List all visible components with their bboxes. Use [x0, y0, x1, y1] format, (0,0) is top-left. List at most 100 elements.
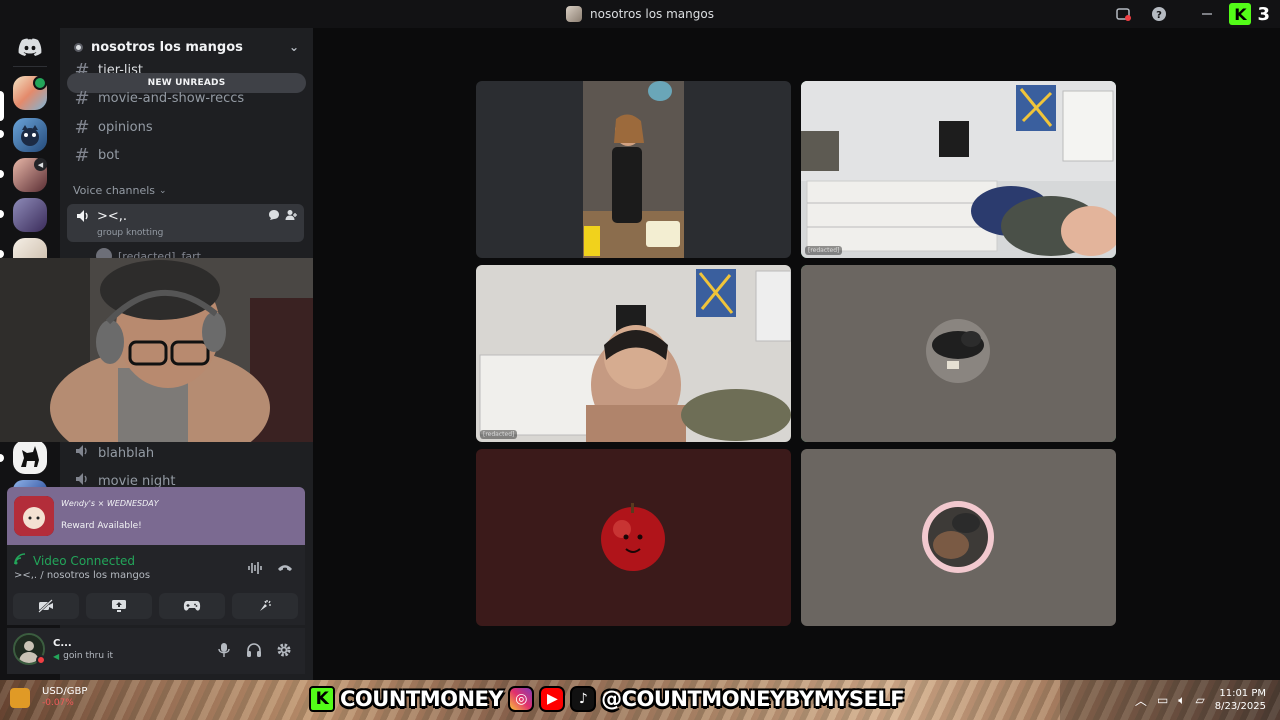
disconnect-icon[interactable]: [277, 561, 293, 579]
microphone-icon[interactable]: [217, 642, 231, 662]
speaker-icon: [75, 208, 91, 228]
voice-channel-blahblah[interactable]: blahblah: [74, 441, 154, 465]
kick-logo-icon: K: [309, 686, 335, 712]
server-divider: [13, 66, 47, 67]
ticker-change: -0.07%: [42, 698, 74, 708]
username[interactable]: C...: [53, 638, 72, 649]
channel-label: movie-and-show-reccs: [98, 90, 245, 106]
speaker-icon: [74, 443, 90, 463]
soundboard-icon: [260, 600, 271, 611]
channel-bot[interactable]: # bot: [74, 143, 119, 167]
video-call-stage: [redacted] [redacted]: [313, 28, 1280, 680]
settings-gear-icon[interactable]: [276, 642, 292, 662]
reward-promo-card[interactable]: Wendy's × WEDNESDAY Reward Available!: [7, 487, 305, 545]
voice-channels-header[interactable]: Voice channels ⌄: [73, 184, 167, 197]
system-clock[interactable]: 11:01 PM 8/23/2025: [1215, 687, 1266, 713]
stock-ticker-widget[interactable]: USD/GBP -0.07%: [42, 686, 87, 708]
unread-pill: [0, 170, 4, 178]
inbox-icon[interactable]: [1114, 5, 1132, 23]
gamepad-icon: [183, 601, 201, 611]
clock-date: 8/23/2025: [1214, 701, 1266, 712]
unread-pill: [0, 250, 4, 258]
video-tile[interactable]: [801, 449, 1116, 626]
battery-icon[interactable]: ▱: [1195, 693, 1204, 707]
signal-icon: [14, 553, 27, 568]
voice-waveform-icon[interactable]: [247, 561, 263, 579]
unread-pill: [0, 130, 4, 138]
channel-movie-and-show-reccs[interactable]: # movie-and-show-reccs: [74, 86, 244, 110]
server-selected-pill: [0, 91, 4, 121]
speaker-status-icon: ◀: [53, 651, 60, 661]
promo-reward: Reward Available!: [61, 521, 142, 531]
video-tile-label: [redacted]: [805, 246, 843, 255]
promo-brand-text: COUNTMONEY: [340, 687, 504, 711]
chevron-down-icon: ⌄: [159, 185, 167, 196]
connection-location[interactable]: ><,. / nosotros los mangos: [14, 570, 150, 581]
video-tile-speaking[interactable]: [801, 265, 1116, 442]
window-title-text: nosotros los mangos: [590, 7, 714, 21]
user-status-text: goin thru it: [63, 651, 113, 661]
tray-expand-icon[interactable]: ︿: [1135, 692, 1147, 709]
tiktok-icon: ♪: [570, 686, 597, 712]
chevron-down-icon[interactable]: ⌄: [289, 40, 299, 54]
channel-opinions[interactable]: # opinions: [74, 115, 152, 139]
activity-button[interactable]: [159, 593, 225, 619]
video-tile-label: [redacted]: [480, 430, 518, 439]
voice-channel-active[interactable]: ><,. group knotting: [67, 204, 304, 242]
svg-text:?: ?: [1156, 10, 1162, 21]
video-tile-speaking[interactable]: [redacted]: [801, 81, 1116, 258]
server-icon-4[interactable]: [13, 198, 47, 232]
camera-off-button[interactable]: [13, 593, 79, 619]
currency-icon: [10, 688, 30, 708]
guild-status-icon: [74, 42, 83, 52]
kick-logo-icon: K: [1229, 3, 1252, 25]
ticker-symbol: USD/GBP: [42, 686, 88, 697]
speaker-icon: ◀: [34, 158, 47, 171]
screen-share-button[interactable]: [86, 593, 152, 619]
voice-activity-icon: [33, 76, 47, 90]
streamer-promo-banner: K COUNTMONEY ◎ ▶ ♪ @COUNTMONEYBYMYSELF: [309, 683, 905, 715]
promo-handle-text: @COUNTMONEYBYMYSELF: [601, 687, 905, 711]
hash-icon: #: [74, 144, 90, 166]
server-avatar-icon: [566, 6, 583, 22]
network-icon[interactable]: ▭: [1157, 693, 1168, 707]
help-icon[interactable]: ?: [1150, 5, 1168, 23]
clock-time: 11:01 PM: [1219, 688, 1266, 699]
add-member-icon[interactable]: [285, 209, 297, 224]
title-bar: nosotros los mangos ? K 3: [0, 0, 1280, 28]
discord-home-icon[interactable]: [18, 38, 42, 60]
user-custom-status: ◀ goin thru it: [53, 651, 113, 661]
promo-brand: Wendy's × WEDNESDAY: [61, 499, 159, 508]
dnd-status-icon: [36, 655, 46, 665]
stream-overlay-taskbar: USD/GBP -0.07% K COUNTMONEY ◎ ▶ ♪ @COUNT…: [0, 680, 1280, 720]
video-tile[interactable]: [redacted]: [476, 265, 791, 442]
instagram-icon: ◎: [508, 686, 535, 712]
voice-connection-panel: Video Connected ><,. / nosotros los mang…: [7, 545, 305, 625]
volume-icon[interactable]: 🔈︎: [1178, 693, 1185, 708]
server-icon-6[interactable]: [13, 440, 47, 474]
video-tile[interactable]: [476, 81, 791, 258]
system-tray: ︿ ▭ 🔈︎ ▱ 11:01 PM 8/23/2025: [1060, 680, 1280, 720]
chat-bubble-icon[interactable]: [268, 209, 280, 224]
video-tile[interactable]: [476, 449, 791, 626]
wendys-logo-icon: [14, 496, 54, 536]
voice-channel-status: group knotting: [97, 228, 164, 238]
minimize-icon[interactable]: [1198, 5, 1216, 23]
connection-status-label: Video Connected: [33, 553, 136, 568]
screen-share-icon: [112, 600, 126, 612]
connection-status[interactable]: Video Connected: [14, 553, 135, 568]
voice-channel-name: ><,.: [97, 209, 128, 224]
user-panel: C... ◀ goin thru it: [7, 628, 305, 674]
channel-label: bot: [98, 147, 120, 163]
kick-count: 3: [1257, 3, 1270, 25]
hash-icon: #: [74, 87, 90, 109]
hash-icon: #: [74, 116, 90, 138]
youtube-icon: ▶: [539, 686, 566, 712]
soundboard-button[interactable]: [232, 593, 298, 619]
server-icon-2[interactable]: [13, 118, 47, 152]
channel-label: blahblah: [98, 445, 155, 461]
window-title: nosotros los mangos: [0, 0, 1280, 28]
kick-viewer-badge: K 3: [1229, 3, 1270, 25]
unread-pill: [0, 210, 4, 218]
headphones-icon[interactable]: [246, 642, 262, 662]
